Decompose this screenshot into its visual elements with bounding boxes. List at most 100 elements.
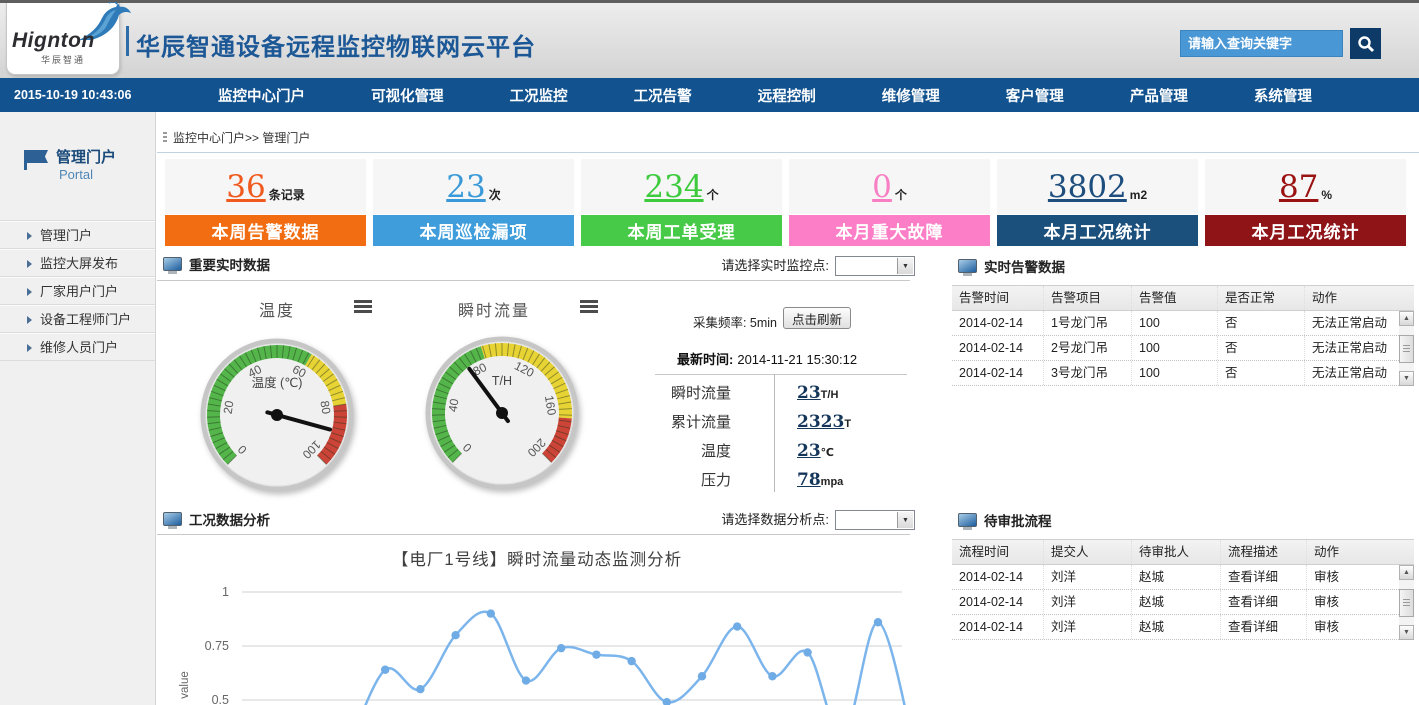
table-cell: 100: [1132, 311, 1218, 335]
table-cell: 无法正常启动: [1305, 311, 1399, 335]
table-cell: 3号龙门吊: [1044, 361, 1132, 385]
table-row: 2014-02-14刘洋赵城查看详细审核: [952, 590, 1399, 615]
divider: [157, 152, 1419, 153]
brand-subtitle: 华辰智通: [41, 53, 85, 66]
breadcrumb[interactable]: 监控中心门户>> 管理门户: [163, 129, 310, 146]
stat-card-label[interactable]: 本周告警数据: [165, 215, 366, 246]
chevron-down-icon: ▼: [897, 512, 913, 528]
stat-card-label[interactable]: 本周工单受理: [581, 215, 782, 246]
reading-value-link[interactable]: 2323: [797, 412, 844, 432]
latest-time: 最新时间:2014-11-21 15:30:12: [677, 349, 857, 368]
stat-unit: %: [1321, 188, 1332, 202]
scroll-down-button[interactable]: ▼: [1399, 625, 1414, 640]
gauge-menu-icon[interactable]: [354, 300, 372, 313]
flow-line-chart: 10.750.5value: [157, 572, 917, 705]
sidebar-item[interactable]: 管理门户: [0, 221, 155, 249]
nav-item[interactable]: 系统管理: [1254, 85, 1312, 106]
table-header: 告警时间告警项目告警值是否正常动作: [952, 285, 1414, 311]
chevron-right-icon: [27, 344, 32, 352]
column-header: 告警值: [1132, 286, 1218, 310]
stat-value-link[interactable]: 23: [446, 169, 485, 205]
scrollbar-thumb[interactable]: [1399, 589, 1414, 617]
reading-value-link[interactable]: 23: [797, 383, 821, 403]
scrollbar-thumb[interactable]: [1399, 335, 1414, 363]
svg-text:0.5: 0.5: [212, 693, 229, 705]
approval-table: 流程时间提交人待审批人流程描述动作2014-02-14刘洋赵城查看详细审核201…: [952, 539, 1414, 640]
stat-value-link[interactable]: 234: [644, 169, 703, 205]
table-cell: 100: [1132, 361, 1218, 385]
stat-card-label[interactable]: 本周巡检漏项: [373, 215, 574, 246]
reading-unit: mpa: [821, 476, 844, 488]
nav-item[interactable]: 维修管理: [882, 85, 940, 106]
stat-card-top: 36条记录: [165, 159, 366, 214]
action-link[interactable]: 查看详细: [1221, 615, 1307, 639]
action-link[interactable]: 审核: [1307, 590, 1399, 614]
alarm-panel-header: 实时告警数据: [958, 256, 1065, 276]
table-cell: 否: [1218, 311, 1305, 335]
stat-unit: 个: [895, 186, 907, 203]
stat-value-link[interactable]: 0: [872, 169, 892, 205]
refresh-button[interactable]: 点击刷新: [783, 307, 851, 329]
nav-item[interactable]: 客户管理: [1006, 85, 1064, 106]
action-link[interactable]: 查看详细: [1221, 565, 1307, 589]
nav-item[interactable]: 工况告警: [634, 85, 692, 106]
stat-cards-row: 36条记录本周告警数据23次本周巡检漏项234个本周工单受理 0个本月重大故障 38…: [165, 159, 1406, 246]
reading-label: 累计流量: [627, 411, 757, 432]
reading-unit: ℃: [821, 447, 834, 459]
nav-item[interactable]: 可视化管理: [371, 85, 444, 106]
logo[interactable]: Hignton 华辰智通: [6, 3, 120, 75]
svg-text:温度 (℃): 温度 (℃): [252, 375, 303, 390]
chevron-down-icon: ▼: [897, 258, 913, 274]
scrollbar-track[interactable]: [1399, 580, 1414, 625]
sidebar-item[interactable]: 维修人员门户: [0, 333, 155, 361]
sidebar-item[interactable]: 监控大屏发布: [0, 249, 155, 277]
flag-icon: [24, 150, 50, 170]
table-cell: 赵城: [1132, 590, 1221, 614]
reading-unit: T/H: [821, 389, 839, 401]
analysis-point-select[interactable]: ▼: [835, 510, 915, 530]
main-content: 监控中心门户>> 管理门户 36条记录本周告警数据23次本周巡检漏项234个本周…: [157, 112, 1419, 705]
action-link[interactable]: 审核: [1307, 615, 1399, 639]
stat-value-link[interactable]: 36: [226, 169, 265, 205]
action-link[interactable]: 查看详细: [1221, 590, 1307, 614]
gauge-menu-icon[interactable]: [580, 300, 598, 313]
nav-item[interactable]: 产品管理: [1130, 85, 1188, 106]
reading-value-link[interactable]: 78: [797, 470, 821, 490]
table-row: 2014-02-14刘洋赵城查看详细审核: [952, 615, 1399, 640]
table-cell: 2014-02-14: [952, 615, 1044, 639]
search-icon: [1357, 35, 1375, 53]
stat-card: 234个本周工单受理: [581, 159, 782, 246]
monitor-point-select[interactable]: ▼: [835, 256, 915, 276]
sidebar-item-label: 维修人员门户: [40, 340, 118, 355]
stat-value-link[interactable]: 87: [1279, 169, 1318, 205]
table-cell: 赵城: [1132, 615, 1221, 639]
scroll-up-button[interactable]: ▲: [1399, 565, 1414, 580]
stat-card-top: 23次: [373, 159, 574, 214]
nav-item[interactable]: 远程控制: [758, 85, 816, 106]
reading-value-link[interactable]: 23: [797, 441, 821, 461]
table-cell: 100: [1132, 336, 1218, 360]
sidebar-item[interactable]: 设备工程师门户: [0, 305, 155, 333]
table-row: 2014-02-143号龙门吊100否无法正常启动: [952, 361, 1399, 386]
nav-item[interactable]: 监控中心门户: [218, 85, 305, 106]
nav-item[interactable]: 工况监控: [510, 85, 568, 106]
reading-row: 压力78mpa: [627, 465, 851, 494]
action-link[interactable]: 审核: [1307, 565, 1399, 589]
scroll-down-button[interactable]: ▼: [1399, 371, 1414, 386]
search-button[interactable]: [1350, 28, 1381, 59]
stat-card-label[interactable]: 本月工况统计: [1205, 215, 1406, 246]
scroll-up-button[interactable]: ▲: [1399, 311, 1414, 326]
reading-unit: T: [844, 418, 851, 430]
stat-value-link[interactable]: 3802: [1048, 169, 1127, 205]
stat-card: 23次本周巡检漏项: [373, 159, 574, 246]
stat-card-label[interactable]: 本月重大故障: [789, 215, 990, 246]
datetime: 2015-10-19 10:43:06: [14, 88, 131, 102]
sidebar-item-label: 管理门户: [40, 228, 92, 243]
search-input[interactable]: [1180, 30, 1343, 57]
scrollbar-track[interactable]: [1399, 326, 1414, 371]
stat-card-label[interactable]: 本月工况统计: [997, 215, 1198, 246]
column-header: 流程时间: [952, 540, 1044, 564]
sidebar-item[interactable]: 厂家用户门户: [0, 277, 155, 305]
column-header: 提交人: [1044, 540, 1132, 564]
grip-icon: [1403, 599, 1410, 606]
